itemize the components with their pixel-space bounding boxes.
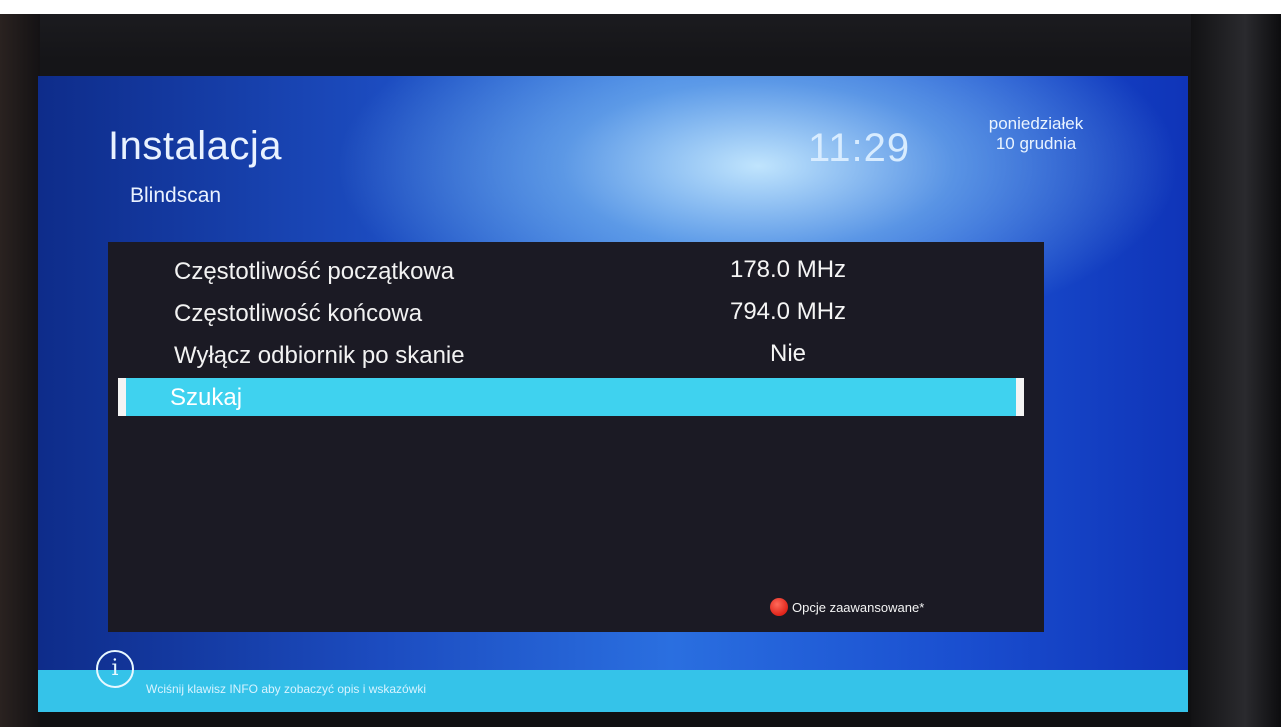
info-icon: i bbox=[96, 650, 134, 688]
settings-panel: Częstotliwość początkowa 178.0 MHz Częst… bbox=[108, 242, 1044, 632]
date-display: poniedziałek 10 grudnia bbox=[966, 114, 1106, 154]
selection-cap-left bbox=[118, 378, 126, 416]
tv-bezel-right bbox=[1191, 14, 1281, 727]
menu-item-start-frequency[interactable]: Częstotliwość początkowa 178.0 MHz bbox=[108, 252, 1044, 292]
menu-item-value[interactable]: 794.0 MHz bbox=[668, 298, 908, 326]
advanced-options-label: Opcje zaawansowane* bbox=[792, 599, 925, 615]
date: 10 grudnia bbox=[995, 134, 1077, 153]
info-hint: Wciśnij klawisz INFO aby zobaczyć opis i… bbox=[146, 682, 427, 696]
menu-item-label: Częstotliwość początkowa bbox=[174, 258, 455, 285]
tv-screen: Instalacja Blindscan 11:29 poniedziałek … bbox=[38, 76, 1188, 712]
menu-item-label: Częstotliwość końcowa bbox=[174, 300, 423, 327]
weekday: poniedziałek bbox=[988, 114, 1084, 133]
page-subtitle: Blindscan bbox=[130, 184, 222, 207]
page-title: Instalacja bbox=[108, 124, 282, 168]
menu-item-value[interactable]: 178.0 MHz bbox=[668, 256, 908, 284]
red-button-icon bbox=[770, 598, 788, 616]
clock: 11:29 bbox=[808, 126, 911, 170]
menu-item-search[interactable]: Szukaj bbox=[118, 378, 1024, 416]
menu-item-label: Szukaj bbox=[170, 384, 243, 411]
menu-item-label: Wyłącz odbiornik po skanie bbox=[174, 342, 465, 369]
selection-cap-right bbox=[1016, 378, 1024, 416]
advanced-options-button[interactable]: Opcje zaawansowane* bbox=[770, 598, 924, 616]
tv-bezel-left bbox=[0, 14, 40, 727]
menu-item-value[interactable]: Nie bbox=[668, 340, 908, 368]
menu-item-end-frequency[interactable]: Częstotliwość końcowa 794.0 MHz bbox=[108, 294, 1044, 334]
menu-item-power-off[interactable]: Wyłącz odbiornik po skanie Nie bbox=[108, 336, 1044, 376]
